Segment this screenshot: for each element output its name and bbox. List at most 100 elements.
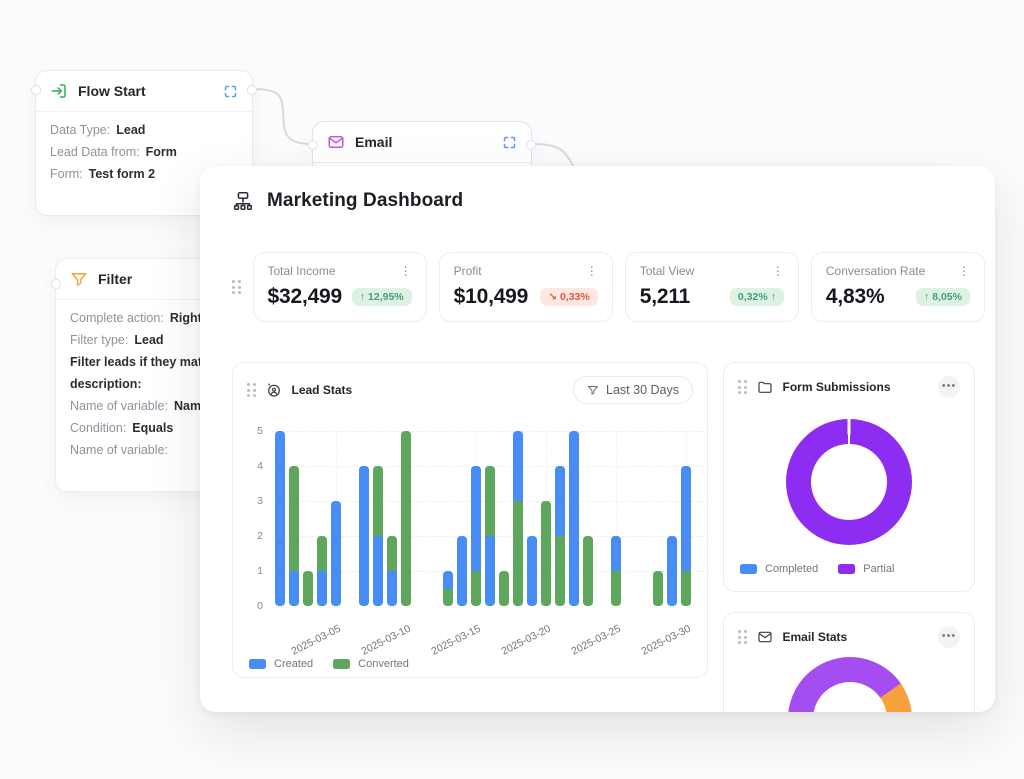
kebab-menu-icon[interactable]: ⋮ [772,265,784,277]
field-label: Name of variable: [70,399,168,413]
bar-segment-created [681,466,691,571]
drag-handle-icon[interactable] [232,280,241,294]
bar-segment-converted [583,536,593,606]
legend-item: Partial [838,563,894,575]
drag-handle-icon[interactable] [738,630,747,644]
kebab-menu-icon[interactable]: ⋮ [958,265,970,277]
expand-icon[interactable] [223,84,238,99]
x-axis-label: 2025-03-30 [621,623,692,667]
bar-segment-converted [485,466,495,536]
node-handle-right[interactable] [247,85,257,95]
bar-segment-converted [317,536,327,571]
bar-segment-created [387,571,397,606]
trend-badge: 0,32% ↑ [730,288,784,306]
stat-card: Profit⋮$10,499↘ 0,33% [439,252,613,322]
form-submissions-title: Form Submissions [783,380,891,394]
stat-label: Conversation Rate [826,264,925,278]
bar-segment-created [471,466,481,571]
email-stats-card: Email Stats ••• [723,612,975,712]
bar-segment-converted [555,536,565,606]
bar-segment-created [569,431,579,606]
divider [313,162,531,163]
x-axis-label: 2025-03-15 [411,623,482,667]
bar-segment-created [359,466,369,606]
funnel-icon [70,270,88,288]
drag-handle-icon[interactable] [738,380,747,394]
bar-segment-created [289,571,299,606]
legend-item: Completed [740,563,818,575]
folder-icon [757,379,773,395]
drag-handle-icon[interactable] [247,383,256,397]
bar-segment-created [485,536,495,606]
field-label: Filter type: [70,333,128,347]
email-stats-header: Email Stats ••• [724,613,974,661]
trend-badge: ↑ 12,95% [352,288,412,306]
expand-icon[interactable] [502,135,517,150]
legend-label: Partial [863,563,894,575]
panel-header: Marketing Dashboard [232,190,463,212]
legend-swatch [740,564,757,574]
kebab-menu-icon[interactable]: ⋮ [586,265,598,277]
lead-stats-bar-chart: CreatedConverted 0123452025-03-052025-03… [233,417,707,679]
flow-start-title: Flow Start [78,83,146,99]
kebab-menu-icon[interactable]: ⋮ [400,265,412,277]
bar-segment-created [443,571,453,589]
bar-segment-created [331,501,341,606]
stat-label: Total View [640,264,694,278]
x-axis-label: 2025-03-25 [551,623,622,667]
stats-row: Total Income ⋮ $32,499 ↑ 12,95% Profit ⋮ $10,4… [232,252,985,322]
bar-segment-converted [303,571,313,606]
field-label: Form: [50,167,83,181]
y-axis-label: 4 [241,460,263,472]
bar-segment-converted [401,431,411,606]
email-stats-title: Email Stats [783,630,848,644]
bar-segment-created [527,536,537,606]
node-handle-left[interactable] [308,140,318,150]
donut-legend: Completed Partial [740,563,894,575]
bar-chart-plot [271,431,715,606]
flow-start-header: Flow Start [36,71,252,111]
email-node-title: Email [355,134,392,150]
stat-card: Total View⋮5,2110,32% ↑ [625,252,799,322]
lead-stats-header: Lead Stats Last 30 Days [233,363,707,417]
filter-node-title: Filter [98,271,132,287]
y-axis-label: 1 [241,565,263,577]
bar-segment-converted [471,571,481,606]
card-menu-button[interactable]: ••• [938,376,960,398]
marketing-dashboard-panel: Marketing Dashboard Total Income ⋮ $32,499… [200,166,995,712]
stat-label: Profit [454,264,482,278]
node-handle-left[interactable] [31,85,41,95]
stat-value: $32,499 [268,285,343,309]
form-submissions-header: Form Submissions ••• [724,363,974,411]
node-handle-right[interactable] [526,140,536,150]
y-axis-label: 0 [241,600,263,612]
field-label: Complete action: [70,311,164,325]
x-axis-label: 2025-03-20 [481,623,552,667]
legend-label: Converted [358,658,409,670]
bar-segment-converted [541,501,551,606]
card-menu-button[interactable]: ••• [938,626,960,648]
email-node-header: Email [313,122,531,162]
field-label: Lead Data from: [50,145,140,159]
bar-segment-created [317,571,327,606]
field-label: Filter leads if they match description: [70,355,217,391]
node-field-row: Data Type:Lead [50,119,238,141]
form-submissions-donut [786,419,912,545]
y-axis-label: 5 [241,425,263,437]
envelope-icon [327,133,345,151]
bar-segment-converted [289,466,299,571]
stat-label: Total Income [268,264,336,278]
node-field-row: Lead Data from:Form [50,141,238,163]
lead-stats-title: Lead Stats [292,383,353,397]
field-value: Lead [134,333,163,347]
last-30-days-filter[interactable]: Last 30 Days [573,376,693,404]
stat-value: $10,499 [454,285,529,309]
bar-segment-created [373,536,383,606]
bar-segment-converted [653,571,663,606]
bar-segment-created [667,536,677,606]
node-handle-left[interactable] [51,279,61,289]
page-title: Marketing Dashboard [267,190,463,212]
y-axis-label: 2 [241,530,263,542]
email-stats-donut [788,657,912,712]
envelope-icon [757,629,773,645]
